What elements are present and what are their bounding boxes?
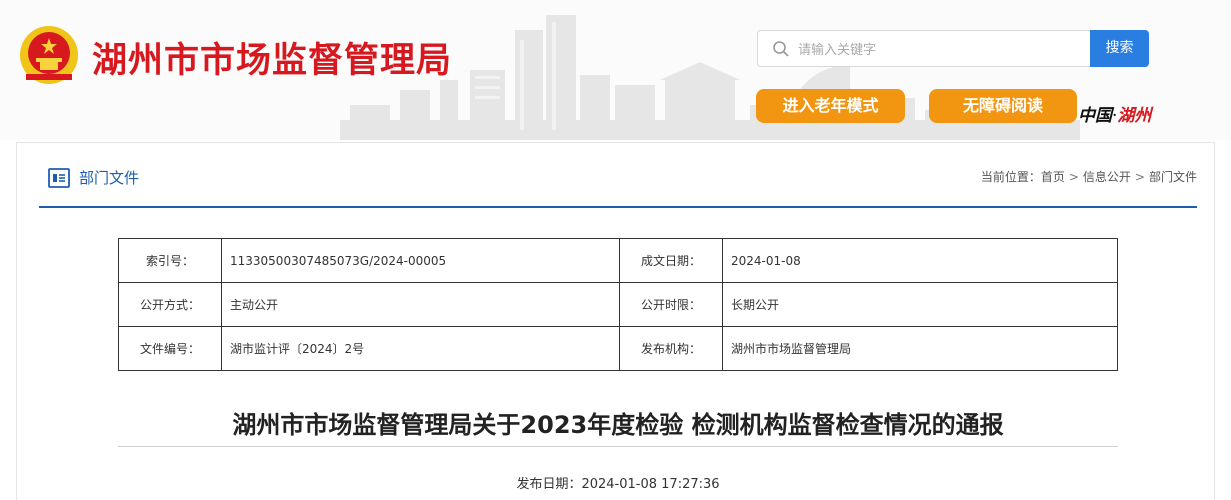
table-row: 文件编号： 湖市监计评〔2024〕2号 发布机构： 湖州市市场监督管理局 <box>118 326 1118 371</box>
breadcrumb-item-home[interactable]: 首页 <box>1041 170 1065 184</box>
slogan-china: 中国 <box>1078 106 1112 126</box>
table-row: 公开方式： 主动公开 公开时限： 长期公开 <box>118 282 1118 327</box>
publish-date: 发布日期：2024-01-08 17:27:36 <box>118 473 1118 492</box>
search-input[interactable] <box>796 37 1080 63</box>
breadcrumb-item-department-files[interactable]: 部门文件 <box>1149 170 1197 184</box>
meta-value: 2024-01-08 <box>722 238 1118 283</box>
meta-value: 湖市监计评〔2024〕2号 <box>221 326 620 371</box>
publish-date-value: 2024-01-08 17:27:36 <box>581 477 720 492</box>
breadcrumb-item-info-disclosure[interactable]: 信息公开 <box>1083 170 1131 184</box>
title-divider <box>118 446 1118 447</box>
meta-label: 公开时限： <box>619 282 723 327</box>
elder-mode-button[interactable]: 进入老年模式 <box>756 89 905 123</box>
search-button[interactable]: 搜索 <box>1090 30 1149 67</box>
accessible-reading-button[interactable]: 无障碍阅读 <box>929 89 1077 123</box>
site-title[interactable]: 湖州市市场监督管理局 <box>92 32 452 83</box>
meta-value: 湖州市市场监督管理局 <box>722 326 1118 371</box>
section-title: 部门文件 <box>79 169 140 187</box>
national-emblem-logo <box>20 26 78 84</box>
meta-value: 11330500307485073G/2024-00005 <box>221 238 620 283</box>
china-huzhou-slogan: 中国·湖州 <box>1078 101 1151 126</box>
search-box <box>757 30 1090 67</box>
breadcrumb: 当前位置：首页 > 信息公开 > 部门文件 <box>981 168 1197 185</box>
article-title: 湖州市市场监督管理局关于2023年度检验 检测机构监督检查情况的通报 <box>232 411 1004 439</box>
section-header: 部门文件 当前位置：首页 > 信息公开 > 部门文件 <box>39 143 1197 208</box>
meta-label: 发布机构： <box>619 326 723 371</box>
breadcrumb-separator: > <box>1068 170 1079 184</box>
meta-label: 公开方式： <box>118 282 222 327</box>
slogan-huzhou: 湖州 <box>1117 106 1152 126</box>
meta-label: 成文日期： <box>619 238 723 283</box>
breadcrumb-separator: > <box>1134 170 1145 184</box>
breadcrumb-prefix: 当前位置： <box>980 170 1041 184</box>
search-icon <box>773 41 789 57</box>
document-meta-table: 索引号： 11330500307485073G/2024-00005 成文日期：… <box>118 238 1118 371</box>
site-header: 湖州市市场监督管理局 搜索 进入老年模式 无障碍阅读 中国·湖州 <box>0 0 1231 140</box>
meta-label: 文件编号： <box>118 326 222 371</box>
meta-value: 主动公开 <box>221 282 620 327</box>
table-row: 索引号： 11330500307485073G/2024-00005 成文日期：… <box>118 238 1118 283</box>
document-icon <box>48 168 70 188</box>
meta-value: 长期公开 <box>722 282 1118 327</box>
publish-date-label: 发布日期： <box>516 477 582 492</box>
meta-label: 索引号： <box>118 238 222 283</box>
content-panel: 部门文件 当前位置：首页 > 信息公开 > 部门文件 索引号： 113305003074… <box>16 142 1215 500</box>
